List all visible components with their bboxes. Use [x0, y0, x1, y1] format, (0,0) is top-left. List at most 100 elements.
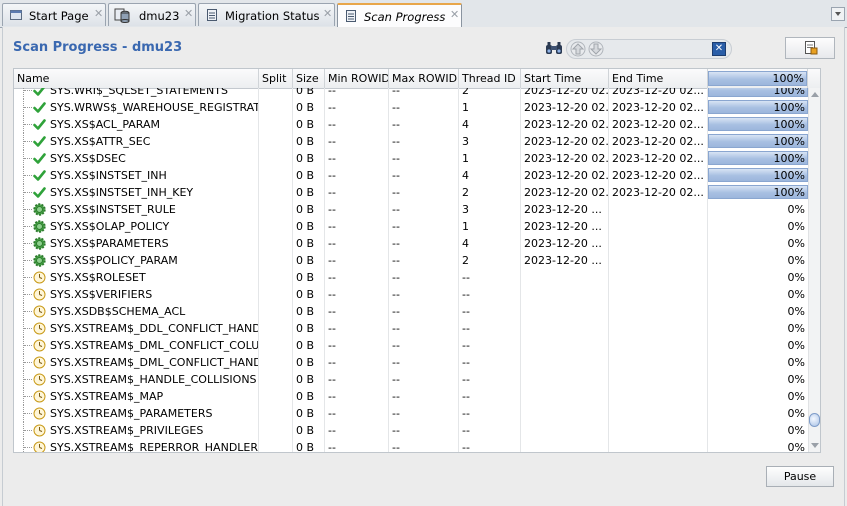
table-row[interactable]: SYS.XS$INSTSET_INH 0 B -- -- 4 2023-12-20 02.… [14, 167, 808, 184]
split-cell [259, 116, 293, 133]
close-tab-icon[interactable]: ✕ [94, 7, 103, 20]
table-row[interactable]: SYS.XSDB$SCHEMA_ACL 0 B -- -- -- 0% [14, 303, 808, 320]
table-row[interactable]: SYS.WRWS$_WAREHOUSE_REGISTRATION 0 B -- -- 1… [14, 99, 808, 116]
progress-cell: 100% [708, 88, 808, 99]
table-row[interactable]: SYS.XSTREAM$_REPERROR_HANDLER 0 B -- -- -- 0% [14, 439, 808, 452]
tab-scan-progress[interactable]: Scan Progress ✕ [337, 3, 462, 28]
table-row[interactable]: SYS.XSTREAM$_MAP 0 B -- -- -- 0% [14, 388, 808, 405]
name-cell: SYS.XSTREAM$_HANDLE_COLLISIONS [14, 371, 259, 388]
table-row[interactable]: SYS.XSTREAM$_PARAMETERS 0 B -- -- -- 0% [14, 405, 808, 422]
progress-cell: 0% [708, 388, 808, 405]
table-row[interactable]: SYS.XS$ROLESET 0 B -- -- -- 0% [14, 269, 808, 286]
min-rowid-cell: -- [325, 133, 389, 150]
table-row[interactable]: SYS.XS$POLICY_PARAM 0 B -- -- 2 2023-12-20 ..… [14, 252, 808, 269]
column-header-end-time[interactable]: End Time [609, 69, 708, 88]
pause-button[interactable]: Pause [766, 466, 834, 487]
column-header-start-time[interactable]: Start Time [521, 69, 609, 88]
min-rowid-cell: -- [325, 184, 389, 201]
tab-dmu23[interactable]: dmu23 ✕ [108, 3, 196, 26]
tree-line [24, 226, 32, 227]
tab-start-page[interactable]: Start Page ✕ [2, 3, 106, 26]
start-time-cell: 2023-12-20 02... [521, 167, 609, 184]
tab-list-dropdown[interactable] [831, 7, 845, 21]
size-cell: 0 B [293, 388, 325, 405]
binoculars-icon[interactable] [545, 40, 563, 56]
progress-cell: 0% [708, 354, 808, 371]
scroll-up-arrow[interactable] [811, 92, 819, 97]
progress-percent: 100% [773, 135, 805, 148]
column-header-min-rowid[interactable]: Min ROWID [325, 69, 389, 88]
scroll-down-arrow[interactable] [811, 443, 819, 448]
table-row[interactable]: SYS.XS$DSEC 0 B -- -- 1 2023-12-20 02... 2023-… [14, 150, 808, 167]
table-name-text: SYS.XS$PARAMETERS [50, 237, 169, 250]
start-time-cell: 2023-12-20 ... [521, 201, 609, 218]
table-row[interactable]: SYS.XSTREAM$_DML_CONFLICT_HANDLER0 B----… [14, 354, 808, 371]
max-rowid-cell: -- [389, 286, 459, 303]
table-row[interactable]: SYS.XSTREAM$_PRIVILEGES 0 B -- -- -- 0% [14, 422, 808, 439]
start-time-cell [521, 286, 609, 303]
document-icon [346, 10, 356, 22]
name-cell: SYS.XS$ROLESET [14, 269, 259, 286]
table-body: SYS.WRI$_SQLSET_STATEMENTS 0 B -- -- 2 2023-1… [14, 88, 808, 452]
checkmark-icon [33, 101, 46, 114]
table-row[interactable]: SYS.XS$OLAP_POLICY 0 B -- -- 1 2023-12-20 ...… [14, 218, 808, 235]
progress-percent: 100% [773, 186, 805, 199]
table-row[interactable]: SYS.XS$INSTSET_INH_KEY 0 B -- -- 2 2023-12-20… [14, 184, 808, 201]
vertical-scrollbar[interactable] [808, 88, 820, 452]
close-tab-icon[interactable]: ✕ [323, 7, 332, 20]
table-row[interactable]: SYS.XS$ATTR_SEC 0 B -- -- 3 2023-12-20 02... 2… [14, 133, 808, 150]
name-cell: SYS.XS$VERIFIERS [14, 286, 259, 303]
export-report-button[interactable] [785, 37, 835, 59]
table-row[interactable]: SYS.XS$INSTSET_RULE 0 B -- -- 3 2023-12-20 ..… [14, 201, 808, 218]
column-header-max-rowid[interactable]: Max ROWID [389, 69, 459, 88]
tab-migration-status[interactable]: Migration Status ✕ [198, 3, 335, 26]
table-name-text: SYS.XS$OLAP_POLICY [50, 220, 170, 233]
thread-id-cell: 4 [459, 116, 521, 133]
size-cell: 0 B [293, 252, 325, 269]
thread-id-cell: -- [459, 439, 521, 452]
end-time-cell [609, 286, 708, 303]
min-rowid-cell: -- [325, 167, 389, 184]
progress-cell: 0% [708, 320, 808, 337]
close-tab-icon[interactable]: ✕ [450, 8, 459, 21]
column-header-name[interactable]: Name [14, 69, 259, 88]
start-time-cell [521, 320, 609, 337]
name-cell: SYS.XS$POLICY_PARAM [14, 252, 259, 269]
split-cell [259, 422, 293, 439]
gear-icon [33, 237, 46, 250]
tree-line [24, 209, 32, 210]
scrollbar-thumb[interactable] [809, 413, 820, 427]
checkmark-icon [33, 135, 46, 148]
name-cell: SYS.XS$INSTSET_INH [14, 167, 259, 184]
table-row[interactable]: SYS.XSTREAM$_HANDLE_COLLISIONS 0 B -- -- -- 0… [14, 371, 808, 388]
progress-cell: 0% [708, 371, 808, 388]
arrow-up-icon[interactable] [570, 41, 586, 57]
table-row[interactable]: SYS.XSTREAM$_DML_CONFLICT_COLUMNS0 B----… [14, 337, 808, 354]
clear-x-icon[interactable]: ✕ [712, 42, 726, 56]
max-rowid-cell: -- [389, 150, 459, 167]
column-header-size[interactable]: Size [293, 69, 325, 88]
table-header: Name Split Size Min ROWID Max ROWID Thre… [14, 69, 820, 89]
column-header-split[interactable]: Split [259, 69, 293, 88]
end-time-cell: 2023-12-20 02... [609, 184, 708, 201]
close-tab-icon[interactable]: ✕ [184, 7, 193, 20]
table-row[interactable]: SYS.XS$VERIFIERS 0 B -- -- -- 0% [14, 286, 808, 303]
table-name-text: SYS.XS$DSEC [50, 152, 126, 165]
start-time-cell: 2023-12-20 02... [521, 88, 609, 99]
table-row[interactable]: SYS.XS$ACL_PARAM 0 B -- -- 4 2023-12-20 02...… [14, 116, 808, 133]
max-rowid-cell: -- [389, 218, 459, 235]
thread-id-cell: -- [459, 286, 521, 303]
size-cell: 0 B [293, 88, 325, 99]
table-row[interactable]: SYS.XS$PARAMETERS 0 B -- -- 4 2023-12-20 ... 0… [14, 235, 808, 252]
table-row[interactable]: SYS.WRI$_SQLSET_STATEMENTS 0 B -- -- 2 2023-1… [14, 88, 808, 99]
tab-label: Migration Status [225, 9, 320, 23]
size-cell: 0 B [293, 354, 325, 371]
column-header-progress[interactable]: 100% [708, 69, 808, 88]
split-cell [259, 167, 293, 184]
split-cell [259, 235, 293, 252]
table-row[interactable]: SYS.XSTREAM$_DDL_CONFLICT_HANDLER 0 B -- --… [14, 320, 808, 337]
clock-icon [33, 407, 46, 420]
column-header-thread-id[interactable]: Thread ID [459, 69, 521, 88]
arrow-down-icon[interactable] [588, 41, 604, 57]
min-rowid-cell: -- [325, 150, 389, 167]
